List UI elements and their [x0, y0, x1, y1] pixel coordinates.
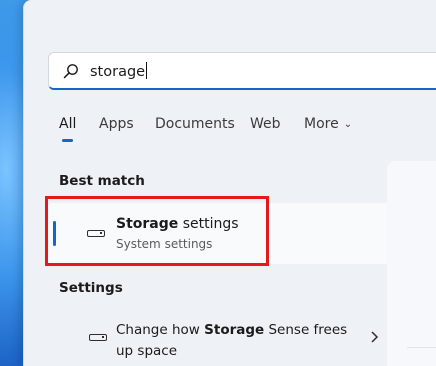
settings-result-item[interactable]: Change how Storage Sense frees up space	[47, 310, 401, 366]
search-icon	[63, 64, 78, 79]
tab-all[interactable]: All	[59, 116, 76, 132]
settings-result-pre: Change how	[116, 322, 205, 338]
chevron-right-icon	[371, 331, 379, 343]
tab-more-label: More	[304, 116, 339, 132]
settings-result-label: Change how Storage Sense frees up space	[116, 320, 356, 362]
tab-apps[interactable]: Apps	[99, 116, 134, 132]
tab-web[interactable]: Web	[250, 116, 281, 132]
search-input[interactable]: storage	[48, 52, 436, 90]
tab-documents[interactable]: Documents	[155, 116, 235, 132]
text-caret	[146, 62, 148, 79]
chevron-down-icon: ⌄	[343, 119, 353, 130]
settings-heading: Settings	[59, 280, 123, 296]
red-highlight-box	[45, 196, 269, 266]
preview-divider	[407, 347, 436, 348]
search-query: storage	[90, 62, 148, 80]
start-search-panel: storage All Apps Documents Web More ⌄ Bes…	[23, 0, 436, 366]
best-match-heading: Best match	[59, 173, 145, 189]
preview-pane	[387, 161, 436, 366]
drive-icon	[89, 334, 107, 341]
tab-more[interactable]: More ⌄	[304, 116, 352, 132]
active-tab-indicator	[62, 139, 73, 142]
settings-result-bold: Storage	[204, 322, 265, 338]
